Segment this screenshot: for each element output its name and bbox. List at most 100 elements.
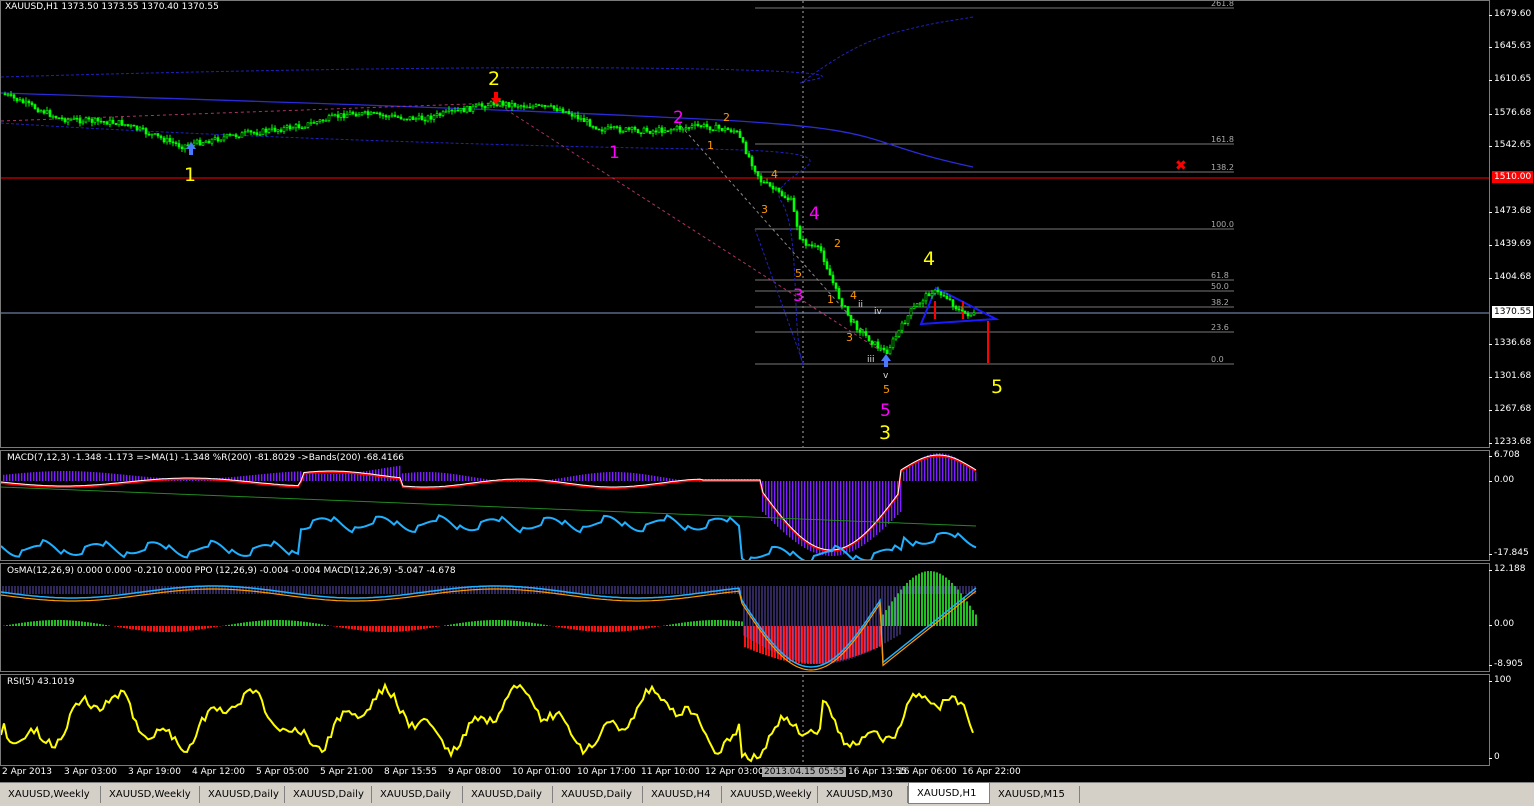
candle-body	[610, 127, 612, 128]
candle-body	[409, 117, 411, 120]
rsi-pane[interactable]: RSI(5) 43.1019	[0, 674, 1490, 766]
chart-tab[interactable]: XAUUSD,Daily	[200, 786, 285, 803]
candle-body	[79, 119, 81, 123]
macd-histogram-bar	[270, 473, 271, 481]
osma-pane[interactable]: OsMA(12,26,9) 0.000 0.000 -0.210 0.000 P…	[0, 563, 1490, 672]
macd-histogram-bar	[123, 475, 124, 481]
osma-histogram-bar	[699, 621, 701, 626]
candle-body	[823, 251, 825, 262]
macd-histogram-bar	[786, 481, 787, 535]
candle-body	[964, 311, 966, 313]
macd-pane[interactable]: MACD(7,12,3) -1.348 -1.173 =>MA(1) -1.34…	[0, 450, 1490, 561]
candle-body	[751, 157, 753, 166]
osma-histogram-bar	[213, 626, 215, 627]
osma-histogram-bar	[390, 626, 392, 632]
candle-body	[364, 112, 366, 113]
osma-histogram-bar	[387, 626, 389, 632]
candle-body	[289, 126, 291, 129]
candle-body	[571, 114, 573, 116]
candle-body	[667, 131, 669, 132]
candle-body	[91, 119, 93, 122]
osma-histogram-bar	[537, 624, 539, 626]
chart-tab[interactable]: XAUUSD,Daily	[553, 786, 643, 803]
candle-body	[838, 288, 840, 298]
main-price-scale[interactable]: 1679.601645.631610.651576.681542.651473.…	[1490, 0, 1534, 448]
candle-body	[439, 114, 441, 116]
chart-tab[interactable]: XAUUSD,Daily	[372, 786, 463, 803]
candle-body	[691, 126, 693, 128]
candle-body	[655, 131, 657, 132]
macd-histogram-bar	[267, 474, 268, 481]
macd-histogram-bar	[960, 461, 961, 481]
time-axis-label: 8 Apr 15:55	[384, 767, 437, 777]
osma-histogram-bar	[18, 623, 20, 626]
osma-histogram-bar	[324, 625, 326, 626]
osma-tick: 12.188	[1494, 564, 1526, 574]
time-axis-label: 16 Apr 22:00	[962, 767, 1021, 777]
osma-histogram-bar	[183, 626, 185, 631]
osma-histogram-bar	[162, 626, 164, 632]
chart-tab[interactable]: XAUUSD,Daily	[285, 786, 372, 803]
candle-body	[73, 118, 75, 119]
chart-tab[interactable]: XAUUSD,M15	[990, 786, 1080, 803]
chart-tab[interactable]: XAUUSD,H1	[908, 783, 990, 804]
macd-histogram-bar	[852, 481, 853, 551]
osma-histogram-bar	[651, 626, 653, 628]
chart-tab[interactable]: XAUUSD,Daily	[463, 786, 553, 803]
candle-body	[949, 299, 951, 300]
candle-body	[64, 119, 66, 122]
candle-body	[517, 106, 519, 107]
osma-histogram-bar	[609, 626, 611, 632]
candle-body	[523, 106, 525, 107]
main-chart-canvas[interactable]: 261.8161.8138.2100.061.850.038.223.60.0✖…	[1, 1, 1489, 447]
candle-body	[613, 127, 615, 128]
osma-histogram-bar	[66, 620, 68, 626]
osma-histogram-bar	[126, 626, 128, 629]
chart-tab[interactable]: XAUUSD,M30	[818, 786, 908, 803]
candle-body	[553, 106, 555, 109]
macd-histogram-bar	[975, 472, 976, 481]
candle-body	[682, 129, 684, 130]
candle-body	[412, 117, 414, 120]
candle-body	[175, 143, 177, 144]
chart-tab[interactable]: XAUUSD,Weekly	[101, 786, 200, 803]
macd-histogram-bar	[912, 464, 913, 481]
price-scale-tick: 1404.68	[1494, 272, 1531, 282]
osma-histogram-bar	[399, 626, 401, 632]
osma-histogram-bar	[714, 620, 716, 626]
candle-body	[721, 128, 723, 130]
macd-histogram-bar	[588, 474, 589, 481]
candle-body	[94, 118, 96, 122]
chart-tab[interactable]: XAUUSD,Weekly	[722, 786, 818, 803]
candle-body	[898, 330, 900, 336]
macd-histogram-bar	[627, 472, 628, 481]
macd-histogram-bar	[282, 472, 283, 481]
chart-tab[interactable]: XAUUSD,Weekly	[0, 786, 101, 803]
chart-tab[interactable]: XAUUSD,H4	[643, 786, 722, 803]
osma-histogram-bar	[969, 606, 971, 626]
wave-label-minor: 1	[827, 293, 834, 306]
macd-histogram-bar	[594, 473, 595, 481]
osma-histogram-bar	[465, 622, 467, 626]
candle-body	[934, 290, 936, 293]
candle-body	[337, 115, 339, 118]
candle-body	[472, 106, 474, 111]
osma-histogram-bar	[546, 625, 548, 626]
osma-histogram-bar	[234, 624, 236, 626]
osma-histogram-bar	[246, 622, 248, 626]
osma-histogram-bar	[177, 626, 179, 632]
candle-body	[853, 321, 855, 322]
candle-body	[193, 143, 195, 145]
macd-histogram-bar	[342, 474, 343, 481]
osma-histogram-bar	[252, 621, 254, 626]
candle-body	[814, 246, 816, 247]
candle-body	[532, 106, 534, 108]
time-axis-label: 5 Apr 05:00	[256, 767, 309, 777]
time-axis[interactable]: 2 Apr 20133 Apr 03:003 Apr 19:004 Apr 12…	[0, 766, 1490, 779]
osma-histogram-bar	[156, 626, 158, 632]
main-chart-pane[interactable]: XAUUSD,H1 1373.50 1373.55 1370.40 1370.5…	[0, 0, 1490, 448]
candle-body	[574, 115, 576, 116]
macd-histogram-bar	[597, 473, 598, 481]
candle-body	[583, 118, 585, 121]
macd-histogram-bar	[618, 472, 619, 481]
